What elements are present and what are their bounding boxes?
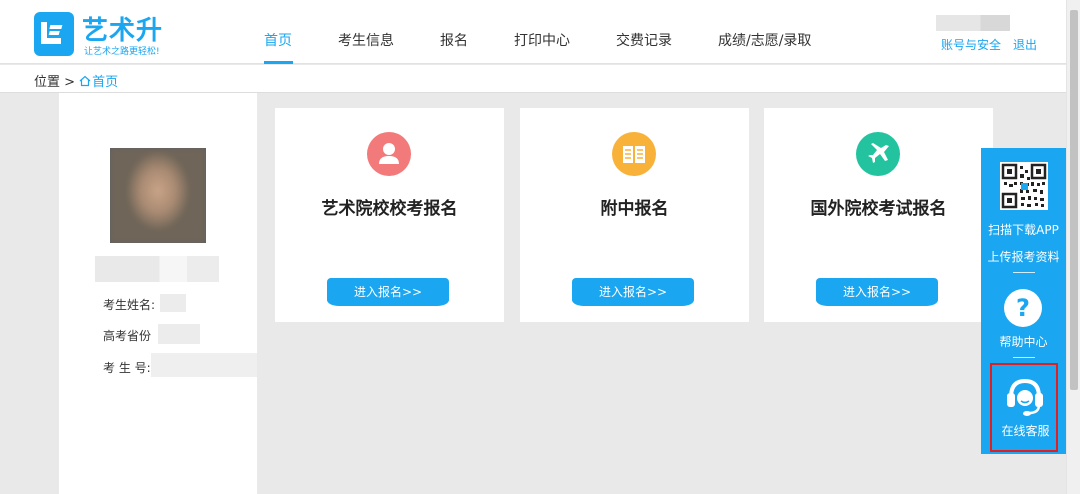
enter-registration-button[interactable]: 进入报名>> [816,278,938,306]
breadcrumb-prefix: 位置 > [34,75,76,90]
logout-link[interactable]: 退出 [1013,36,1037,53]
card-title: 艺术院校校考报名 [321,199,458,219]
candidate-name-row: 考生姓名: [103,296,155,313]
online-service-label: 在线客服 [1001,424,1050,438]
logo-mark-icon [34,12,74,56]
help-question-icon[interactable]: ? [1004,289,1042,327]
top-header: 艺术升 让艺术之路更轻松! 首页 考生信息 报名 打印中心 交费记录 成绩/志愿… [0,0,1066,64]
province-row: 高考省份 [103,327,151,344]
nav-active-indicator [264,61,293,64]
help-center-link[interactable]: 帮助中心 [981,333,1066,350]
photo-blurred [110,148,206,243]
brand-name: 艺术升 [82,16,164,46]
nav-candidate-info[interactable]: 考生信息 [338,30,394,50]
candidate-id-label: 考 生 号: [103,361,151,375]
scan-download-app-label[interactable]: 扫描下载APP [981,221,1066,238]
person-icon [367,132,411,176]
candidate-name-value-redacted [160,294,186,312]
candidate-profile-panel: 考生姓名: 高考省份 考 生 号: [59,93,257,494]
page-scrollbar[interactable] [1066,0,1080,494]
enter-registration-button[interactable]: 进入报名>> [327,278,449,306]
scrollbar-thumb[interactable] [1070,10,1078,390]
candidate-photo [110,148,206,243]
plane-icon [856,132,900,176]
site-logo[interactable]: 艺术升 让艺术之路更轻松! [34,12,166,58]
book-icon [612,132,656,176]
card-title: 国外院校考试报名 [810,199,947,219]
floating-service-panel: 扫描下载APP 上传报考资料 ? 帮助中心 在线客服 [981,148,1066,454]
province-label: 高考省份 [103,329,152,343]
username-redacted [936,15,1010,31]
brand-slogan: 让艺术之路更轻松! [84,47,160,57]
nav-print-center[interactable]: 打印中心 [514,30,570,50]
nav-home[interactable]: 首页 [264,30,292,50]
candidate-name-redacted [95,256,219,282]
breadcrumb-home[interactable]: 首页 [79,75,118,90]
nav-payment-records[interactable]: 交费记录 [616,30,672,50]
card-foreign-school-registration: 国外院校考试报名 进入报名>> [764,108,993,322]
divider [1013,357,1035,358]
qr-code-icon[interactable] [1000,162,1048,210]
card-affiliated-school-registration: 附中报名 进入报名>> [520,108,749,322]
breadcrumb: 位置 > 首页 [0,65,1066,93]
candidate-id-value-redacted [151,353,257,377]
province-value-redacted [158,324,200,344]
card-art-school-registration: 艺术院校校考报名 进入报名>> [275,108,504,322]
candidate-name-label: 考生姓名: [103,298,156,312]
divider [1013,272,1035,273]
online-service-button[interactable]: 在线客服 [990,363,1058,452]
home-icon [79,75,91,87]
candidate-id-row: 考 生 号: [103,359,151,376]
enter-registration-button[interactable]: 进入报名>> [572,278,694,306]
account-security-link[interactable]: 账号与安全 [941,36,1001,53]
headset-icon [1007,378,1043,416]
card-title: 附中报名 [600,199,669,219]
upload-materials-link[interactable]: 上传报考资料 [981,248,1066,265]
nav-results[interactable]: 成绩/志愿/录取 [718,30,811,50]
nav-registration[interactable]: 报名 [440,30,468,50]
breadcrumb-home-label: 首页 [92,75,119,90]
